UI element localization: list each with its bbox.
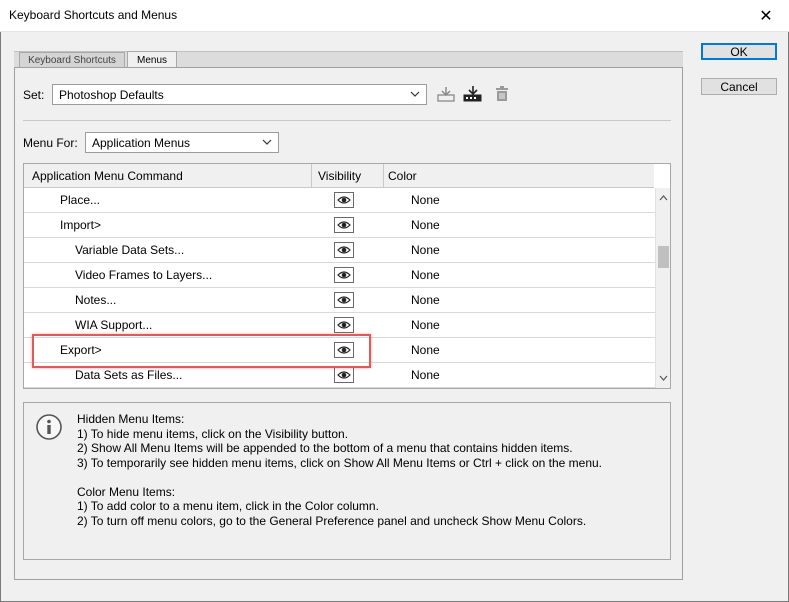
info-line: 3) To temporarily see hidden menu items,… xyxy=(77,455,603,470)
menu-for-dropdown[interactable]: Application Menus xyxy=(85,132,279,153)
save-set-as-button[interactable] xyxy=(463,84,483,104)
eye-icon xyxy=(337,370,351,380)
cancel-button[interactable]: Cancel xyxy=(701,78,777,95)
chevron-down-icon xyxy=(410,88,420,100)
save-set-as-icon xyxy=(463,86,482,102)
vertical-scrollbar[interactable] xyxy=(655,188,670,388)
info-panel: Hidden Menu Items: 1) To hide menu items,… xyxy=(23,402,671,560)
color-cell[interactable]: None xyxy=(411,338,440,362)
column-header-color[interactable]: Color xyxy=(384,164,654,188)
column-header-visibility[interactable]: Visibility xyxy=(312,164,384,188)
set-dropdown[interactable]: Photoshop Defaults xyxy=(52,84,427,105)
visibility-toggle-button[interactable] xyxy=(334,217,354,233)
info-line: 2) To turn off menu colors, go to the Ge… xyxy=(77,513,587,528)
scroll-thumb[interactable] xyxy=(658,246,669,268)
visibility-toggle-button[interactable] xyxy=(334,192,354,208)
tab-menus[interactable]: Menus xyxy=(127,51,177,68)
delete-set-button[interactable] xyxy=(492,84,512,104)
table-row[interactable]: Notes... None xyxy=(24,288,655,313)
table-row[interactable]: Import> None xyxy=(24,213,655,238)
menu-command-label: Video Frames to Layers... xyxy=(75,268,213,282)
save-set-icon xyxy=(437,87,455,102)
separator xyxy=(23,120,671,121)
info-line: 2) Show All Menu Items will be appended … xyxy=(77,441,573,455)
info-line: Hidden Menu Items: xyxy=(77,412,185,426)
eye-icon xyxy=(337,220,351,230)
tab-keyboard-shortcuts[interactable]: Keyboard Shortcuts xyxy=(19,52,125,67)
color-cell[interactable]: None xyxy=(411,238,440,262)
highlight-annotation xyxy=(32,334,371,368)
eye-icon xyxy=(337,295,351,305)
close-icon: ✕ xyxy=(759,7,773,25)
info-line: 1) To hide menu items, click on the Visi… xyxy=(77,426,349,441)
color-cell[interactable]: None xyxy=(411,288,440,312)
info-icon xyxy=(36,414,62,440)
scroll-down-icon[interactable] xyxy=(656,370,670,386)
eye-icon xyxy=(337,270,351,280)
visibility-toggle-button[interactable] xyxy=(334,292,354,308)
ok-button[interactable]: OK xyxy=(701,43,777,60)
info-line: Color Menu Items: xyxy=(77,484,176,499)
eye-icon xyxy=(337,245,351,255)
color-cell[interactable]: None xyxy=(411,213,440,237)
eye-icon xyxy=(337,195,351,205)
delete-set-icon xyxy=(496,86,508,101)
set-label: Set: xyxy=(23,88,45,102)
menu-for-dropdown-value: Application Menus xyxy=(92,135,191,150)
visibility-toggle-button[interactable] xyxy=(334,367,354,383)
tab-label: Menus xyxy=(136,54,167,66)
table-row[interactable]: Place... None xyxy=(24,188,655,213)
visibility-toggle-button[interactable] xyxy=(334,242,354,258)
menu-command-label: Variable Data Sets... xyxy=(75,243,185,257)
close-button[interactable]: ✕ xyxy=(743,0,789,31)
menu-command-label: Notes... xyxy=(75,293,117,307)
info-line: 1) To add color to a menu item, click in… xyxy=(77,499,379,513)
visibility-toggle-button[interactable] xyxy=(334,267,354,283)
menu-command-label: Place... xyxy=(60,193,101,207)
scroll-up-icon[interactable] xyxy=(656,190,670,206)
table-row[interactable]: Video Frames to Layers... None xyxy=(24,263,655,288)
tab-label: Keyboard Shortcuts xyxy=(28,54,116,66)
save-set-button[interactable] xyxy=(436,84,456,104)
eye-icon xyxy=(337,320,351,330)
set-dropdown-value: Photoshop Defaults xyxy=(59,87,164,102)
color-cell[interactable]: None xyxy=(411,263,440,287)
title-bar: Keyboard Shortcuts and Menus ✕ xyxy=(0,0,789,32)
chevron-down-icon xyxy=(262,136,272,148)
color-cell[interactable]: None xyxy=(411,188,440,212)
table-row[interactable]: Variable Data Sets... None xyxy=(24,238,655,263)
color-cell[interactable]: None xyxy=(411,313,440,337)
menu-for-label: Menu For: xyxy=(23,136,78,150)
visibility-toggle-button[interactable] xyxy=(334,317,354,333)
column-header-command[interactable]: Application Menu Command xyxy=(24,164,312,188)
menu-command-label: Import> xyxy=(60,218,102,232)
window-title: Keyboard Shortcuts and Menus xyxy=(9,8,178,22)
color-cell[interactable]: None xyxy=(411,363,440,387)
